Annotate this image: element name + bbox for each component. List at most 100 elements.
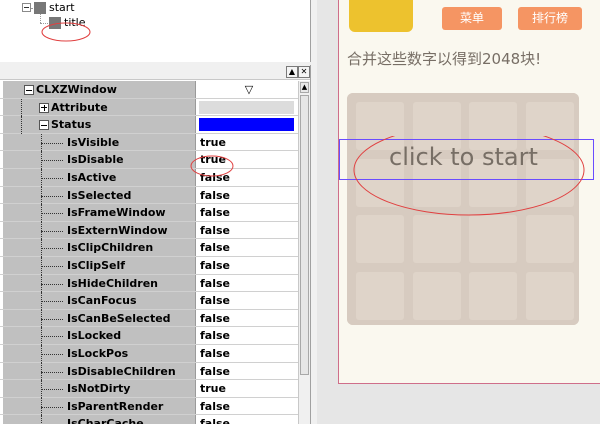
tree-connector — [41, 178, 63, 179]
property-name-cell: CLXZWindow — [3, 81, 196, 98]
property-row[interactable]: IsCanFocus false — [0, 292, 298, 310]
property-name: IsVisible — [67, 135, 120, 149]
property-name: Status — [51, 118, 92, 132]
property-name-cell: IsVisible — [3, 133, 196, 152]
scroll-top-button[interactable]: ▲ — [286, 66, 298, 78]
property-name: Attribute — [51, 100, 108, 114]
property-name-cell: Status — [3, 116, 196, 134]
property-row[interactable]: IsDisable true — [0, 151, 298, 169]
tree-connector — [40, 23, 48, 24]
property-value[interactable]: false — [197, 398, 298, 415]
game-preview-area: 菜单 排行榜 合并这些数字以得到2048块! click to start — [317, 0, 600, 424]
vertical-scrollbar[interactable]: ▲ — [298, 81, 310, 424]
property-row[interactable]: IsCanBeSelected false — [0, 309, 298, 328]
property-value[interactable]: false — [197, 327, 298, 344]
property-name: IsLockPos — [67, 347, 129, 360]
dropdown-arrow-icon[interactable]: ▽ — [197, 81, 298, 98]
property-value[interactable] — [197, 116, 298, 133]
property-name-cell: IsCanBeSelected — [3, 309, 196, 328]
tree-connector — [41, 283, 63, 285]
property-name: IsLocked — [67, 329, 122, 343]
tree-connector — [41, 142, 63, 144]
property-value[interactable]: false — [197, 310, 298, 327]
property-value[interactable]: false — [197, 257, 298, 274]
property-value[interactable]: true — [197, 134, 298, 151]
property-name: IsClipChildren — [67, 241, 154, 255]
expand-plus-icon[interactable] — [39, 102, 49, 113]
property-name-cell: IsSelected — [3, 186, 196, 205]
tree-connector — [21, 98, 22, 117]
property-name: IsExternWindow — [67, 223, 168, 237]
scene-tree-panel: start title — [0, 0, 311, 62]
property-value[interactable]: false — [197, 415, 298, 424]
property-name: IsCanFocus — [67, 294, 137, 308]
tree-connector — [41, 301, 63, 303]
property-grid-panel: ▲ ✕ CLXZWindow ▽ Attribute Status IsVisible t… — [0, 65, 311, 424]
property-value[interactable]: false — [197, 169, 298, 186]
collapse-minus-icon[interactable] — [39, 120, 49, 131]
property-row[interactable]: IsFrameWindow false — [0, 204, 298, 222]
click-to-start-text[interactable]: click to start — [389, 143, 538, 171]
status-color-swatch[interactable] — [199, 118, 294, 132]
property-name-cell: IsClipChildren — [3, 239, 196, 257]
property-value[interactable]: false — [197, 292, 298, 309]
property-row[interactable]: IsDisableChildren false — [0, 362, 298, 381]
tree-connector — [41, 389, 63, 391]
property-value[interactable]: false — [197, 222, 298, 239]
property-value[interactable]: false — [197, 239, 298, 256]
property-value[interactable]: false — [197, 275, 298, 292]
property-row[interactable]: IsVisible true — [0, 133, 298, 152]
tree-connector — [41, 336, 63, 338]
property-row[interactable]: IsParentRender false — [0, 397, 298, 416]
tree-connector — [41, 415, 42, 424]
click-to-start-label: click to start — [339, 0, 600, 384]
property-value[interactable]: false — [197, 345, 298, 362]
property-name: IsCanBeSelected — [67, 311, 171, 325]
property-row[interactable]: IsLocked false — [0, 327, 298, 345]
property-name: IsActive — [67, 171, 117, 184]
property-row[interactable]: IsClipChildren false — [0, 239, 298, 257]
attribute-color-swatch[interactable] — [199, 100, 294, 114]
property-row[interactable]: Status — [0, 116, 298, 134]
property-name-cell: IsCanFocus — [3, 292, 196, 310]
scrollbar-thumb[interactable] — [300, 95, 309, 375]
property-value[interactable]: true — [197, 151, 298, 168]
property-name-cell: IsParentRender — [3, 397, 196, 416]
property-name-cell: IsActive — [3, 169, 196, 187]
property-row[interactable]: IsClipSelf false — [0, 257, 298, 275]
grid-toolbar: ▲ ✕ — [0, 65, 310, 80]
property-value[interactable]: false — [197, 187, 298, 204]
property-name-cell: IsExternWindow — [3, 221, 196, 240]
tree-collapse-toggle[interactable] — [22, 3, 31, 12]
tree-node-title[interactable]: title — [64, 16, 86, 29]
property-value[interactable]: false — [197, 204, 298, 221]
property-row[interactable]: IsSelected false — [0, 186, 298, 205]
property-row[interactable]: IsActive false — [0, 169, 298, 187]
property-value[interactable]: true — [197, 380, 298, 397]
scroll-up-arrow-icon[interactable]: ▲ — [300, 82, 309, 93]
property-name-cell: IsDisableChildren — [3, 362, 196, 381]
property-row[interactable]: IsCharCache false — [0, 415, 298, 424]
tree-connector — [41, 248, 63, 250]
property-value[interactable]: false — [197, 363, 298, 380]
property-value[interactable] — [197, 99, 298, 116]
property-name: IsNotDirty — [67, 382, 131, 396]
tree-node-start[interactable]: start — [49, 1, 75, 14]
property-row[interactable]: IsLockPos false — [0, 345, 298, 363]
tree-connector — [41, 230, 63, 232]
tree-connector — [41, 160, 63, 162]
collapse-minus-icon[interactable] — [24, 85, 34, 95]
property-row[interactable]: IsNotDirty true — [0, 380, 298, 398]
property-name: IsCharCache — [67, 417, 144, 424]
close-icon[interactable]: ✕ — [298, 66, 310, 78]
property-name-cell: IsNotDirty — [3, 380, 196, 398]
tree-connector — [41, 195, 63, 197]
property-name-cell: IsLocked — [3, 327, 196, 345]
property-row[interactable]: Attribute — [0, 98, 298, 117]
property-name: IsDisable — [67, 153, 124, 167]
property-row[interactable]: IsExternWindow false — [0, 221, 298, 240]
property-row[interactable]: CLXZWindow ▽ — [0, 81, 298, 99]
tree-connector — [40, 14, 41, 23]
property-row[interactable]: IsHideChildren false — [0, 274, 298, 293]
tree-connector — [41, 318, 63, 320]
